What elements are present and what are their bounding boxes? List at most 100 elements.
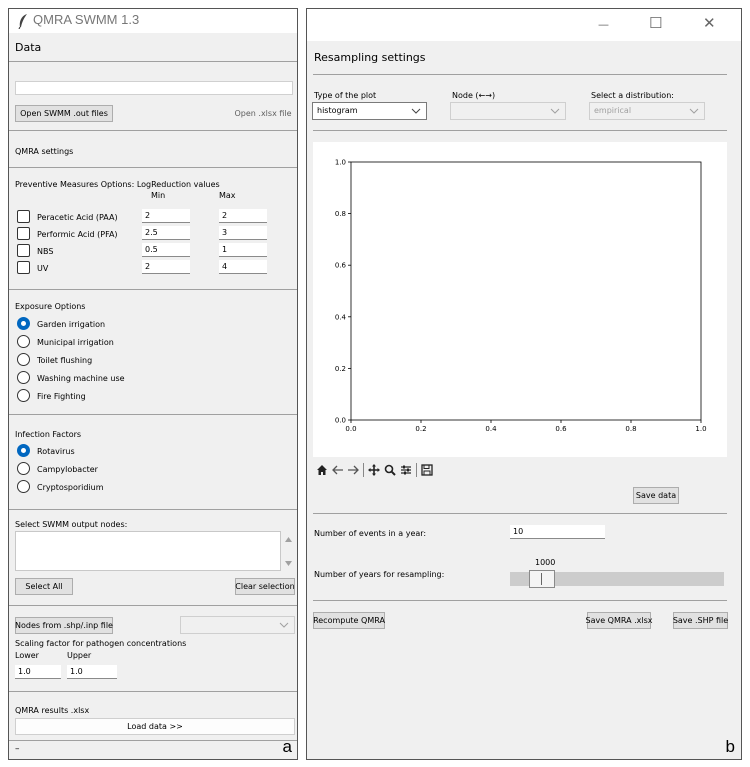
max-header: Max (219, 191, 236, 200)
lower-input[interactable]: 1.0 (15, 665, 61, 679)
years-label: Number of years for resampling: (314, 570, 445, 579)
chevron-down-icon (550, 108, 560, 114)
upper-input[interactable]: 1.0 (67, 665, 117, 679)
min-input-pfa[interactable]: 2.5 (142, 226, 190, 240)
title-bar: QMRA SWMM 1.3 (9, 9, 297, 33)
histogram-chart[interactable]: 0.0 0.2 0.4 0.6 0.8 1.0 0.0 0.2 0.4 0.6 0.8 1.0 (313, 142, 727, 457)
radio-cryptosporidium[interactable] (17, 480, 30, 493)
y-tick-label: 0.8 (335, 210, 346, 218)
measure-label: Peracetic Acid (PAA) (37, 213, 118, 222)
radio-washing-machine[interactable] (17, 371, 30, 384)
nodes-file-dropdown[interactable] (180, 616, 295, 634)
scaling-label: Scaling factor for pathogen concentratio… (15, 639, 187, 648)
plot-canvas: 0.0 0.2 0.4 0.6 0.8 1.0 0.0 0.2 0.4 0.6 0.8 1.0 (313, 142, 727, 457)
min-input-uv[interactable]: 2 (142, 260, 190, 274)
save-data-button[interactable]: Save data (633, 487, 679, 504)
load-data-button[interactable]: Load data >> (15, 718, 295, 735)
zoom-icon[interactable] (384, 464, 396, 476)
exposure-title: Exposure Options (15, 302, 86, 311)
max-input-nbs[interactable]: 1 (219, 243, 267, 257)
radio-toilet-flushing[interactable] (17, 353, 30, 366)
radio-label: Rotavirus (37, 447, 75, 456)
radio-label: Campylobacter (37, 465, 98, 474)
save-icon[interactable] (421, 464, 433, 476)
plot-type-value: histogram (317, 106, 358, 115)
checkbox-pfa[interactable] (17, 227, 30, 240)
distribution-label: Select a distribution: (591, 91, 674, 100)
y-tick-label: 1.0 (335, 159, 346, 167)
minimize-button[interactable]: — (598, 18, 609, 31)
radio-label: Cryptosporidium (37, 483, 104, 492)
radio-municipal-irrigation[interactable] (17, 335, 30, 348)
measure-label: NBS (37, 247, 54, 256)
max-input-uv[interactable]: 4 (219, 260, 267, 274)
y-tick-label: 0.6 (335, 262, 347, 270)
min-input-nbs[interactable]: 0.5 (142, 243, 190, 257)
resampling-heading: Resampling settings (314, 51, 426, 64)
divider (313, 74, 727, 75)
qmra-main-window: QMRA SWMM 1.3 Data Open SWMM .out files … (8, 8, 298, 760)
app-title: QMRA SWMM 1.3 (33, 12, 140, 27)
chevron-down-icon (279, 622, 289, 628)
max-input-paa[interactable]: 2 (219, 209, 267, 223)
title-bar: — ☐ ✕ (307, 9, 741, 41)
home-icon[interactable] (316, 464, 328, 476)
checkbox-uv[interactable] (17, 261, 30, 274)
radio-campylobacter[interactable] (17, 462, 30, 475)
nodes-from-file-button[interactable]: Nodes from .shp/.inp file (15, 617, 113, 634)
back-icon[interactable] (332, 464, 344, 476)
configure-icon[interactable] (400, 464, 412, 476)
radio-label: Fire Fighting (37, 392, 86, 401)
min-input-paa[interactable]: 2 (142, 209, 190, 223)
years-slider-thumb[interactable] (529, 570, 555, 588)
open-xlsx-button[interactable]: Open .xlsx file (231, 105, 295, 122)
y-tick-label: 0.0 (335, 417, 346, 425)
preventive-title: Preventive Measures Options: LogReductio… (15, 180, 220, 189)
pan-icon[interactable] (368, 464, 380, 476)
forward-icon[interactable] (347, 464, 359, 476)
plot-type-dropdown[interactable]: histogram (312, 102, 427, 120)
save-qmra-xlsx-button[interactable]: Save QMRA .xlsx (585, 612, 653, 629)
x-tick-label: 1.0 (695, 425, 706, 433)
select-all-button[interactable]: Select All (15, 578, 73, 595)
divider (313, 600, 727, 601)
open-out-files-button[interactable]: Open SWMM .out files (15, 105, 113, 122)
listbox-scrollbar[interactable] (282, 531, 295, 571)
radio-garden-irrigation[interactable] (17, 317, 30, 330)
checkbox-nbs[interactable] (17, 244, 30, 257)
infection-title: Infection Factors (15, 430, 82, 439)
radio-fire-fighting[interactable] (17, 389, 30, 402)
scroll-up-icon[interactable] (285, 537, 292, 542)
radio-label: Washing machine use (37, 374, 125, 383)
x-tick-label: 0.0 (345, 425, 356, 433)
scroll-down-icon[interactable] (285, 561, 292, 566)
distribution-value: empirical (594, 106, 632, 115)
node-dropdown[interactable] (450, 102, 566, 120)
years-value: 1000 (535, 558, 556, 567)
events-input[interactable]: 10 (510, 525, 605, 539)
path-display (15, 81, 293, 95)
divider (9, 289, 297, 290)
save-shp-button[interactable]: Save .SHP file (673, 612, 728, 629)
bottom-dash: – (15, 744, 20, 754)
nodes-listbox[interactable] (15, 531, 281, 571)
measure-label: UV (37, 264, 49, 273)
radio-label: Toilet flushing (37, 356, 93, 365)
plot-toolbar (313, 461, 473, 479)
clear-selection-button[interactable]: Clear selection (235, 578, 295, 595)
y-tick-label: 0.2 (335, 365, 346, 373)
close-button[interactable]: ✕ (703, 14, 716, 32)
divider (9, 167, 297, 168)
chevron-down-icon (411, 108, 421, 114)
maximize-button[interactable]: ☐ (649, 14, 662, 32)
max-input-pfa[interactable]: 3 (219, 226, 267, 240)
distribution-dropdown[interactable]: empirical (589, 102, 705, 120)
radio-rotavirus[interactable] (17, 444, 30, 457)
data-heading: Data (15, 41, 42, 54)
y-tick-label: 0.4 (335, 313, 347, 321)
recompute-qmra-button[interactable]: Recompute QMRA (313, 612, 385, 629)
checkbox-paa[interactable] (17, 210, 30, 223)
x-tick-label: 0.6 (555, 425, 567, 433)
plot-frame (350, 161, 702, 421)
divider (313, 130, 727, 131)
